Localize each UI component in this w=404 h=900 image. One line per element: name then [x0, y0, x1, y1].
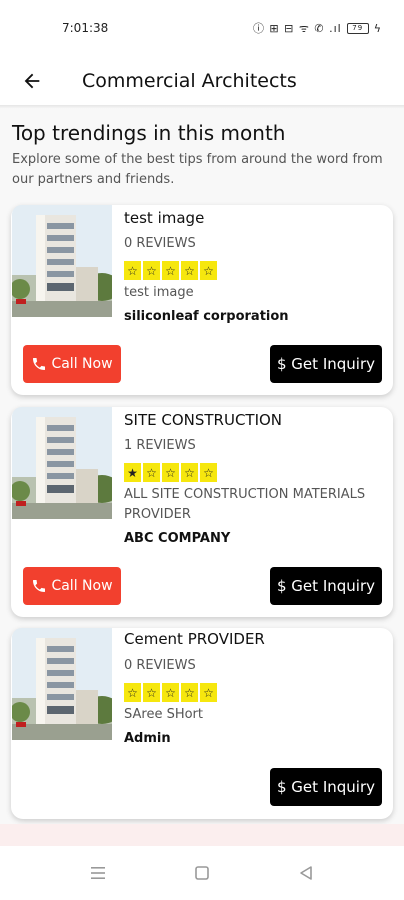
- phone-icon: [33, 580, 46, 592]
- listing-description: SAree SHort: [124, 707, 203, 722]
- call-now-label: Call Now: [51, 578, 113, 594]
- listing-card[interactable]: Cement PROVIDER 0 REVIEWS ☆ ☆ ☆ ☆ ☆ SAre…: [11, 628, 393, 819]
- star-icon: ☆: [162, 261, 179, 280]
- listing-card[interactable]: test image 0 REVIEWS ☆ ☆ ☆ ☆ ☆ test imag…: [11, 205, 393, 395]
- bottom-strip: [0, 824, 404, 846]
- star-icon: ☆: [181, 683, 198, 702]
- star-icon: ☆: [181, 261, 198, 280]
- listing-content[interactable]: Top trendings in this month Explore some…: [0, 109, 404, 824]
- listing-card[interactable]: SITE CONSTRUCTION 1 REVIEWS ★ ☆ ☆ ☆ ☆ AL…: [11, 407, 393, 617]
- listing-image: [12, 205, 112, 317]
- phone-icon: [33, 358, 46, 370]
- star-icon: ☆: [162, 463, 179, 482]
- listing-company: ABC COMPANY: [124, 531, 231, 546]
- listing-company: siliconleaf corporation: [124, 309, 289, 324]
- listing-reviews: 1 REVIEWS: [124, 438, 196, 453]
- star-icon: ☆: [162, 683, 179, 702]
- call-now-button[interactable]: Call Now: [23, 567, 121, 605]
- star-icon: ☆: [200, 683, 217, 702]
- star-icon: ☆: [124, 683, 141, 702]
- star-icon: ★: [124, 463, 141, 482]
- star-rating: ☆ ☆ ☆ ☆ ☆: [124, 683, 217, 702]
- charging-icon: ϟ: [373, 21, 382, 35]
- triangle-back-icon: [300, 866, 312, 880]
- listing-company: Admin: [124, 731, 171, 746]
- status-bar: 7:01:38 ⓘ ⊞ ⊟ ᯤ ✆ .ıl 79 ϟ: [0, 0, 404, 56]
- star-icon: ☆: [143, 261, 160, 280]
- home-button[interactable]: [189, 860, 215, 886]
- listing-image: [12, 628, 112, 740]
- listing-description: test image: [124, 285, 194, 300]
- listing-title: test image: [124, 209, 205, 227]
- arrow-left-icon: [24, 73, 40, 89]
- status-icons: ⓘ ⊞ ⊟ ᯤ ✆ .ıl 79 ϟ: [253, 20, 382, 36]
- page-title: Commercial Architects: [82, 70, 297, 92]
- star-rating: ☆ ☆ ☆ ☆ ☆: [124, 261, 217, 280]
- star-rating: ★ ☆ ☆ ☆ ☆: [124, 463, 217, 482]
- listing-title: Cement PROVIDER: [124, 630, 265, 648]
- status-time: 7:01:38: [62, 21, 109, 35]
- system-back-button[interactable]: [293, 860, 319, 886]
- star-icon: ☆: [143, 683, 160, 702]
- star-icon: ☆: [181, 463, 198, 482]
- star-icon: ☆: [200, 463, 217, 482]
- call-now-button[interactable]: Call Now: [23, 345, 121, 383]
- menu-button[interactable]: [85, 860, 111, 886]
- listing-image: [12, 407, 112, 519]
- menu-icon: [91, 867, 105, 879]
- get-inquiry-button[interactable]: $ Get Inquiry: [270, 768, 382, 806]
- call-now-label: Call Now: [51, 356, 113, 372]
- square-home-icon: [195, 866, 209, 880]
- star-icon: ☆: [124, 261, 141, 280]
- back-button[interactable]: [12, 61, 52, 101]
- get-inquiry-button[interactable]: $ Get Inquiry: [270, 345, 382, 383]
- star-icon: ☆: [143, 463, 160, 482]
- section-subtitle: Explore some of the best tips from aroun…: [12, 152, 383, 187]
- star-icon: ☆: [200, 261, 217, 280]
- listing-reviews: 0 REVIEWS: [124, 658, 196, 673]
- listing-title: SITE CONSTRUCTION: [124, 411, 283, 429]
- battery-icon: 79: [346, 22, 369, 34]
- get-inquiry-button[interactable]: $ Get Inquiry: [270, 567, 382, 605]
- system-nav-bar: [0, 846, 404, 900]
- listing-reviews: 0 REVIEWS: [124, 236, 196, 251]
- status-indicator-icons: ⓘ ⊞ ⊟ ᯤ ✆ .ıl: [252, 22, 342, 35]
- app-bar: Commercial Architects: [0, 56, 404, 106]
- listing-description: ALL SITE CONSTRUCTION MATERIALS PROVIDER: [124, 487, 366, 522]
- section-title: Top trendings in this month: [12, 121, 286, 145]
